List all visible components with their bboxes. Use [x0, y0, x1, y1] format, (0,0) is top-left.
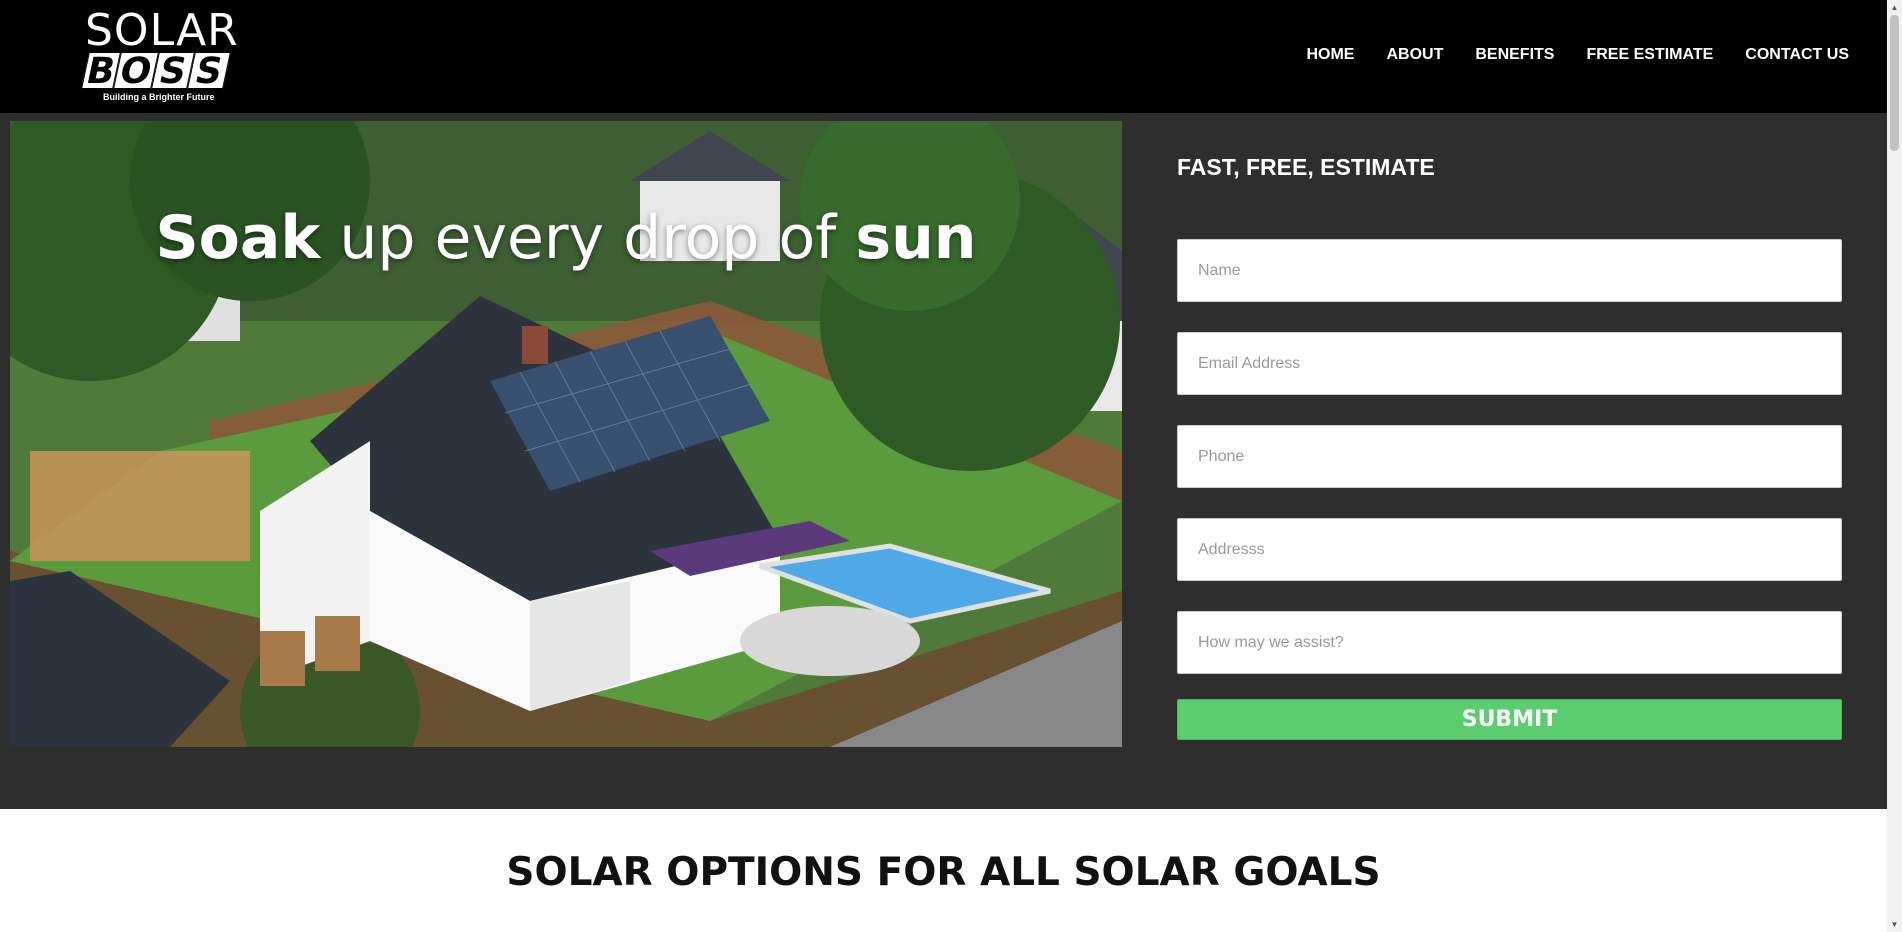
headline-part-sun: sun — [855, 203, 977, 273]
headline-part-middle: up every drop of — [320, 203, 856, 273]
hero-video[interactable]: Soak up every drop of sun — [10, 121, 1122, 747]
headline-part-soak: Soak — [155, 203, 321, 273]
scroll-down-arrow-icon[interactable]: ▼ — [1887, 917, 1902, 932]
nav-about[interactable]: ABOUT — [1386, 46, 1443, 64]
main-nav: HOME ABOUT BENEFITS FREE ESTIMATE CONTAC… — [1274, 46, 1849, 64]
hero-headline: Soak up every drop of sun — [10, 203, 1122, 273]
message-field[interactable] — [1177, 611, 1842, 674]
nav-home[interactable]: HOME — [1306, 46, 1354, 64]
scroll-up-arrow-icon[interactable]: ▲ — [1887, 0, 1902, 15]
submit-button[interactable]: SUBMIT — [1177, 699, 1842, 740]
solar-boss-logo[interactable]: SOLAR B O S S Building a Brighter Future — [81, 5, 239, 103]
nav-benefits[interactable]: BENEFITS — [1475, 46, 1554, 64]
logo-wordmark-boss: B O S S — [81, 51, 233, 92]
email-field[interactable] — [1177, 332, 1842, 395]
estimate-form-title: FAST, FREE, ESTIMATE — [1177, 154, 1435, 180]
scrollbar-thumb[interactable] — [1890, 15, 1899, 151]
solar-options-section: SOLAR OPTIONS FOR ALL SOLAR GOALS — [0, 809, 1887, 932]
address-field[interactable] — [1177, 518, 1842, 581]
section-heading: SOLAR OPTIONS FOR ALL SOLAR GOALS — [506, 850, 1381, 895]
name-field[interactable] — [1177, 239, 1842, 302]
phone-field[interactable] — [1177, 425, 1842, 488]
logo-letter: S — [187, 51, 231, 92]
nav-free-estimate[interactable]: FREE ESTIMATE — [1586, 46, 1713, 64]
site-header: SOLAR B O S S Building a Brighter Future… — [0, 0, 1887, 113]
page-scrollbar[interactable]: ▲ ▼ — [1887, 0, 1902, 932]
nav-contact-us[interactable]: CONTACT US — [1745, 46, 1849, 64]
logo-wordmark-solar: SOLAR — [85, 5, 239, 56]
logo-tagline: Building a Brighter Future — [103, 92, 215, 102]
